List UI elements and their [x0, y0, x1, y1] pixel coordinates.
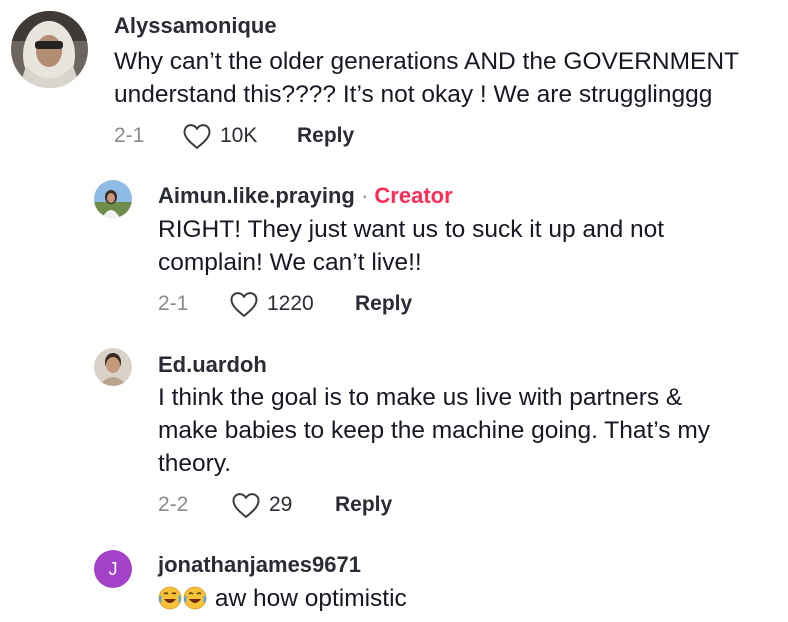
like-count: 29	[269, 493, 293, 516]
avatar[interactable]	[94, 180, 132, 218]
comment-date: 2-1	[158, 292, 189, 315]
reply-aimun: Aimun.like.praying · Creator RIGHT! They…	[0, 170, 788, 330]
comment-text: I think the goal is to make us live with…	[158, 381, 710, 480]
avatar[interactable]	[11, 11, 88, 88]
like-count: 1220	[267, 292, 314, 315]
like-count: 10K	[220, 124, 258, 147]
comment-date: 2-1	[114, 124, 145, 147]
heart-icon	[232, 493, 260, 519]
comment-text-line: complain! We can’t live!!	[158, 249, 422, 276]
comment-text: RIGHT! They just want us to suck it up a…	[158, 213, 664, 279]
like-button[interactable]: 1220	[229, 290, 355, 318]
comment-username[interactable]: Ed.uardoh	[158, 352, 267, 378]
like-button[interactable]: 10K	[182, 122, 297, 150]
comment-date: 2-2	[158, 493, 189, 516]
avatar[interactable]	[94, 348, 132, 386]
comment-meta: 2-1 1220 Reply	[158, 290, 412, 318]
like-button[interactable]: 29	[231, 491, 335, 519]
comment-text-line: make babies to keep the machine going. T…	[158, 417, 711, 444]
reply-button[interactable]: Reply	[355, 292, 412, 316]
reply-button[interactable]: Reply	[335, 493, 392, 517]
avatar-initial: J	[108, 558, 118, 579]
avatar[interactable]: J	[94, 550, 132, 588]
heart-icon	[183, 124, 211, 150]
laughing-emoji-icon	[183, 586, 207, 610]
comment-username: Aimun.like.praying · Creator	[158, 183, 453, 209]
separator: ·	[360, 183, 369, 208]
comment-text-line: aw how optimistic	[214, 585, 407, 612]
comment-text: aw how optimistic	[158, 582, 407, 615]
comment-text-line: I think the goal is to make us live with…	[158, 384, 683, 411]
comment-text-line: understand this???? It’s not okay ! We a…	[114, 81, 713, 108]
comment-text-line: theory.	[158, 450, 232, 477]
reply-eduardoh: Ed.uardoh I think the goal is to make us…	[0, 340, 788, 530]
reply-button[interactable]: Reply	[297, 124, 354, 148]
comment-username[interactable]: jonathanjames9671	[158, 552, 361, 578]
username-link[interactable]: Aimun.like.praying	[158, 183, 355, 208]
comment-text-line: Why can’t the older generations AND the …	[114, 48, 740, 75]
creator-badge: Creator	[374, 183, 453, 208]
comment-username[interactable]: Alyssamonique	[114, 13, 277, 39]
laughing-emoji-icon	[158, 586, 182, 610]
reply-jonathanjames: J jonathanjames9671 aw how optimistic	[0, 540, 788, 622]
comment-text-line: RIGHT! They just want us to suck it up a…	[158, 216, 665, 243]
comment-alyssamonique: Alyssamonique Why can’t the older genera…	[0, 0, 788, 160]
comment-meta: 2-2 29 Reply	[158, 491, 392, 519]
comment-text: Why can’t the older generations AND the …	[114, 45, 739, 111]
comment-meta: 2-1 10K Reply	[114, 122, 354, 150]
heart-icon	[230, 292, 258, 318]
